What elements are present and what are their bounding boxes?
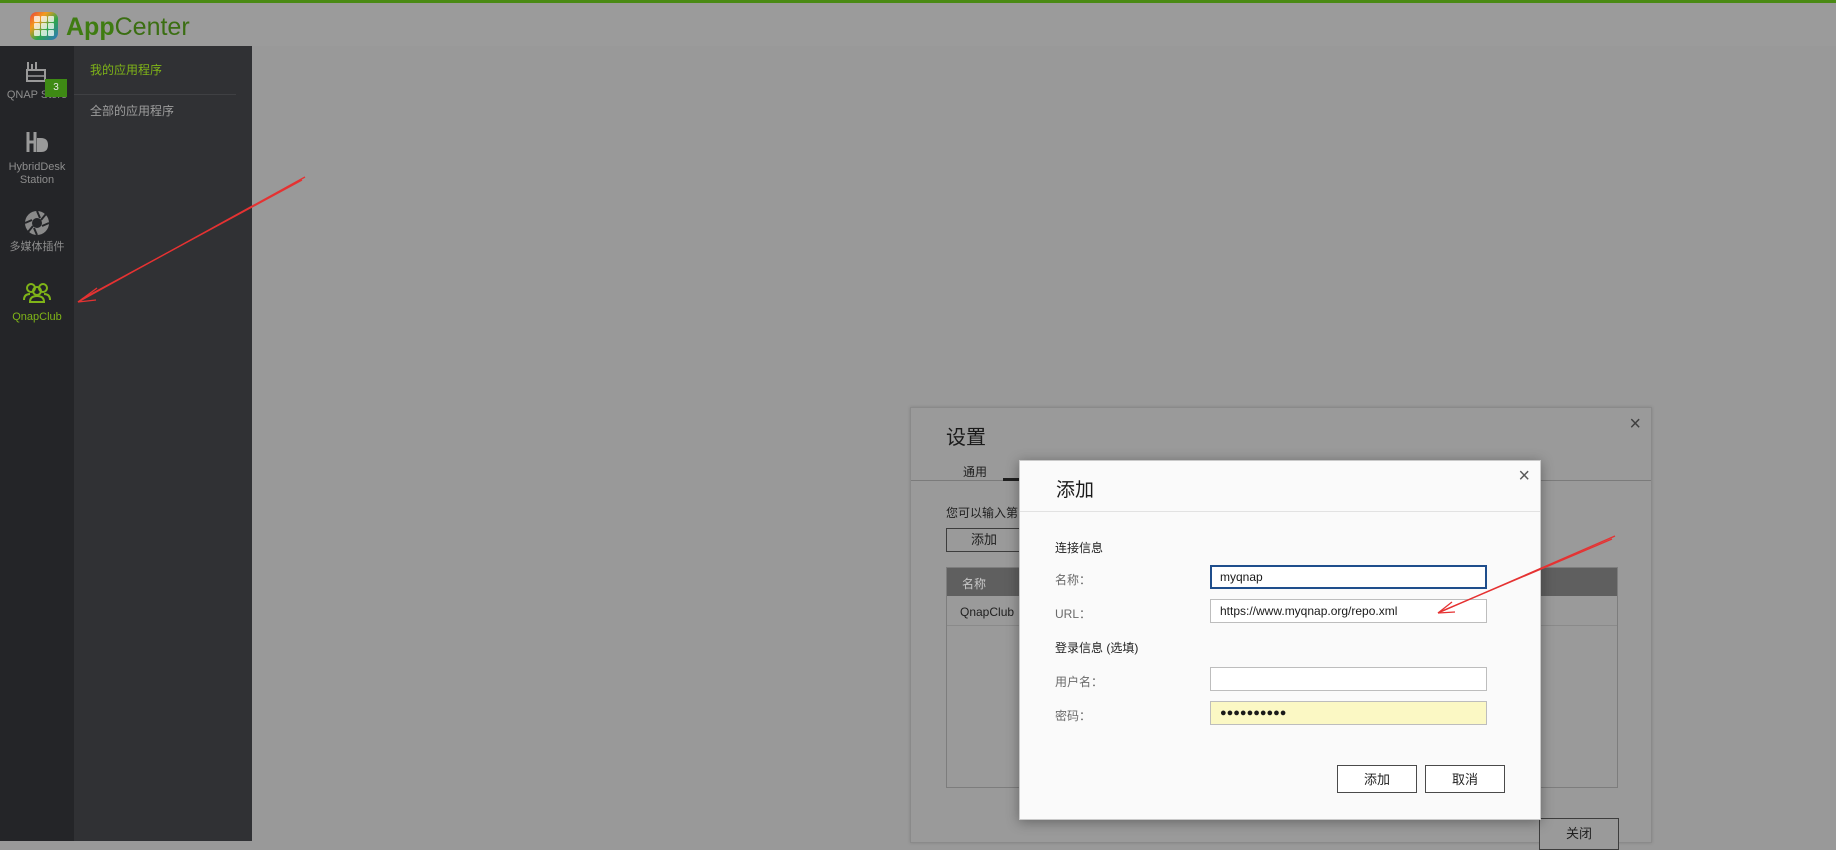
group-icon	[23, 283, 51, 303]
hd-icon	[26, 132, 48, 152]
nav-multimedia-addons[interactable]: 多媒体插件	[0, 208, 74, 254]
dialog-close-icon[interactable]: ×	[1518, 465, 1530, 488]
dialog-cancel-button[interactable]: 取消	[1425, 765, 1505, 793]
table-row[interactable]: QnapClub	[960, 605, 1014, 619]
nav-label: 多媒体插件	[9, 241, 65, 253]
password-label: 密码：	[1055, 709, 1092, 723]
nav-label: QnapClub	[12, 311, 62, 323]
app-title: AppCenter	[66, 13, 190, 42]
app-header: AppCenter	[0, 3, 1836, 46]
dialog-add-button[interactable]: 添加	[1337, 765, 1417, 793]
store-update-badge: 3	[45, 79, 67, 97]
appcenter-logo-icon	[30, 12, 58, 40]
aperture-icon	[24, 210, 50, 236]
settings-close-button[interactable]: 关闭	[1539, 818, 1619, 850]
login-section-heading: 登录信息 (选填)	[1055, 641, 1139, 655]
settings-description: 您可以输入第	[946, 506, 1019, 520]
column-name-header: 名称	[962, 577, 987, 591]
menu-my-apps[interactable]: 我的应用程序	[90, 61, 162, 78]
left-icon-bar: 3 QNAP Store HybridDesk Station 多媒体插件 Qn…	[0, 46, 74, 841]
url-label: URL：	[1055, 607, 1092, 621]
settings-title: 设置	[946, 427, 986, 449]
name-label: 名称：	[1055, 573, 1092, 587]
username-input[interactable]	[1210, 667, 1487, 691]
tab-general[interactable]: 通用	[963, 463, 987, 480]
nav-qnap-store[interactable]: 3 QNAP Store	[0, 56, 74, 102]
nav-label: HybridDesk Station	[8, 161, 66, 186]
url-input[interactable]	[1210, 599, 1487, 623]
connection-section-heading: 连接信息	[1055, 541, 1104, 555]
dialog-title: 添加	[1056, 480, 1095, 501]
password-input[interactable]: ●●●●●●●●●●	[1210, 701, 1487, 725]
settings-close-icon[interactable]: ×	[1629, 413, 1641, 436]
menu-all-apps[interactable]: 全部的应用程序	[90, 102, 174, 119]
nav-hybriddesk-station[interactable]: HybridDesk Station	[0, 128, 74, 187]
app-title-prefix: App	[66, 13, 115, 41]
name-input[interactable]	[1210, 565, 1487, 589]
add-source-button[interactable]: 添加	[946, 528, 1022, 552]
username-label: 用户名：	[1055, 675, 1104, 689]
side-menu: 我的应用程序 全部的应用程序	[74, 46, 252, 841]
dialog-title-divider	[1020, 511, 1540, 512]
add-source-dialog: 添加 × 连接信息 名称： URL： 登录信息 (选填) 用户名： 密码： ●●…	[1019, 460, 1541, 820]
nav-qnapclub[interactable]: QnapClub	[0, 278, 74, 324]
side-menu-divider	[74, 94, 236, 95]
app-title-suffix: Center	[114, 13, 190, 41]
